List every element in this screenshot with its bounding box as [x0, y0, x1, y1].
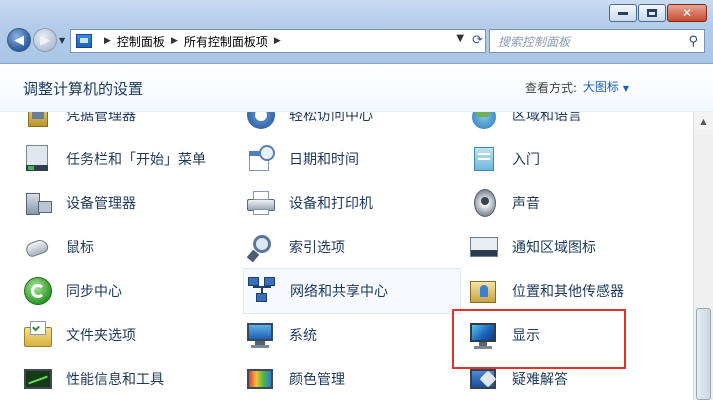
- control-panel-items: 凭据管理器 轻松访问中心 区域和语言 任务栏和「开始」菜单 日期和时间 入门 设…: [0, 112, 693, 400]
- item-label: 任务栏和「开始」菜单: [66, 152, 206, 168]
- item-performance[interactable]: 性能信息和工具: [22, 358, 238, 400]
- maximize-icon: [647, 9, 657, 17]
- item-taskbar-start-menu[interactable]: 任务栏和「开始」菜单: [22, 138, 238, 180]
- address-dropdown-icon[interactable]: ▼: [456, 33, 464, 48]
- search-icon[interactable]: ⚲: [688, 34, 698, 49]
- scroll-up-arrow-icon[interactable]: ▲: [694, 112, 713, 130]
- item-getting-started[interactable]: 入门: [468, 138, 684, 180]
- item-label: 网络和共享中心: [290, 284, 388, 300]
- item-label: 入门: [512, 152, 540, 168]
- network-sharing-icon: [246, 275, 278, 307]
- color-management-icon: [245, 363, 277, 395]
- item-label: 设备管理器: [66, 196, 136, 212]
- item-label: 位置和其他传感器: [512, 284, 624, 300]
- window-titlebar: ✕ ◀ ▶ ▼ ▶ 控制面板 ▶ 所有控制面板项 ▶ ▼ ⟳ 搜索控制面板 ⚲: [0, 0, 713, 64]
- page-header: 调整计算机的设置 查看方式: 大图标 ▼: [0, 64, 713, 112]
- item-label: 索引选项: [289, 240, 345, 256]
- item-credential-manager[interactable]: 凭据管理器: [22, 112, 238, 136]
- item-label: 性能信息和工具: [66, 372, 164, 388]
- item-sound[interactable]: 声音: [468, 182, 684, 224]
- breadcrumb-item-control-panel[interactable]: 控制面板: [117, 33, 165, 50]
- region-language-icon: [468, 112, 500, 131]
- item-sync-center[interactable]: 同步中心: [22, 270, 238, 312]
- view-by-value: 大图标: [582, 80, 619, 94]
- taskbar-start-menu-icon: [22, 143, 54, 175]
- indexing-options-icon: [245, 231, 277, 263]
- highlight-box: [452, 309, 626, 369]
- date-time-icon: [245, 143, 277, 175]
- item-label: 颜色管理: [289, 372, 345, 388]
- close-icon: ✕: [681, 6, 693, 20]
- control-panel-icon: [76, 34, 92, 48]
- ease-of-access-icon: [245, 112, 277, 131]
- item-devices-printers[interactable]: 设备和打印机: [245, 182, 461, 224]
- close-button[interactable]: ✕: [667, 4, 707, 22]
- mouse-icon: [22, 231, 54, 263]
- notification-area-icon: [468, 231, 500, 263]
- item-network-sharing[interactable]: 网络和共享中心: [243, 268, 461, 314]
- item-label: 鼠标: [66, 240, 94, 256]
- item-color-management[interactable]: 颜色管理: [245, 358, 461, 400]
- search-input[interactable]: 搜索控制面板: [498, 33, 570, 50]
- minimize-icon: [618, 11, 628, 15]
- item-label: 通知区域图标: [512, 240, 596, 256]
- window-controls: ✕: [608, 4, 707, 22]
- breadcrumb-separator[interactable]: ▶: [274, 36, 281, 46]
- item-ease-of-access[interactable]: 轻松访问中心: [245, 112, 461, 136]
- item-label: 日期和时间: [289, 152, 359, 168]
- item-device-manager[interactable]: 设备管理器: [22, 182, 238, 224]
- item-label: 同步中心: [66, 284, 122, 300]
- performance-icon: [22, 363, 54, 395]
- item-label: 文件夹选项: [66, 328, 136, 344]
- device-manager-icon: [22, 187, 54, 219]
- back-arrow-icon: ◀: [14, 32, 24, 48]
- sound-icon: [468, 187, 500, 219]
- item-label: 声音: [512, 196, 540, 212]
- devices-printers-icon: [245, 187, 277, 219]
- vertical-scrollbar[interactable]: ▲: [693, 112, 713, 400]
- item-label: 疑难解答: [512, 372, 568, 388]
- scrollbar-thumb[interactable]: [696, 308, 711, 400]
- item-notification-area[interactable]: 通知区域图标: [468, 226, 684, 268]
- breadcrumb-separator[interactable]: ▶: [171, 36, 178, 46]
- minimize-button[interactable]: [609, 4, 637, 22]
- item-label: 设备和打印机: [289, 196, 373, 212]
- back-button[interactable]: ◀: [7, 28, 31, 52]
- location-sensors-icon: [468, 275, 500, 307]
- forward-arrow-icon: ▶: [40, 32, 50, 48]
- address-bar-actions: ▼ ⟳: [456, 33, 483, 48]
- recent-pages-dropdown[interactable]: ▼: [59, 36, 65, 45]
- item-label: 凭据管理器: [66, 112, 136, 124]
- item-label: 系统: [289, 328, 317, 344]
- view-by-label: 查看方式:: [524, 81, 577, 95]
- item-label: 区域和语言: [512, 112, 582, 124]
- item-indexing-options[interactable]: 索引选项: [245, 226, 461, 268]
- folder-options-icon: [22, 319, 54, 351]
- chevron-down-icon: ▼: [622, 84, 629, 93]
- item-region-language[interactable]: 区域和语言: [468, 112, 684, 136]
- breadcrumb-separator[interactable]: ▶: [104, 36, 111, 46]
- refresh-icon[interactable]: ⟳: [472, 33, 483, 48]
- item-system[interactable]: 系统: [245, 314, 461, 356]
- forward-button[interactable]: ▶: [33, 28, 57, 52]
- item-label: 轻松访问中心: [289, 112, 373, 124]
- search-box[interactable]: 搜索控制面板 ⚲: [489, 29, 705, 53]
- view-by-dropdown[interactable]: 大图标 ▼: [583, 78, 629, 95]
- getting-started-icon: [468, 143, 500, 175]
- maximize-button[interactable]: [638, 4, 666, 22]
- credential-manager-icon: [22, 112, 54, 131]
- system-icon: [245, 319, 277, 351]
- item-date-time[interactable]: 日期和时间: [245, 138, 461, 180]
- page-title: 调整计算机的设置: [23, 80, 144, 98]
- item-folder-options[interactable]: 文件夹选项: [22, 314, 238, 356]
- address-bar[interactable]: ▶ 控制面板 ▶ 所有控制面板项 ▶ ▼ ⟳: [70, 29, 486, 53]
- sync-center-icon: [22, 275, 54, 307]
- item-mouse[interactable]: 鼠标: [22, 226, 238, 268]
- item-location-sensors[interactable]: 位置和其他传感器: [468, 270, 684, 312]
- breadcrumb-item-all-items[interactable]: 所有控制面板项: [184, 33, 268, 50]
